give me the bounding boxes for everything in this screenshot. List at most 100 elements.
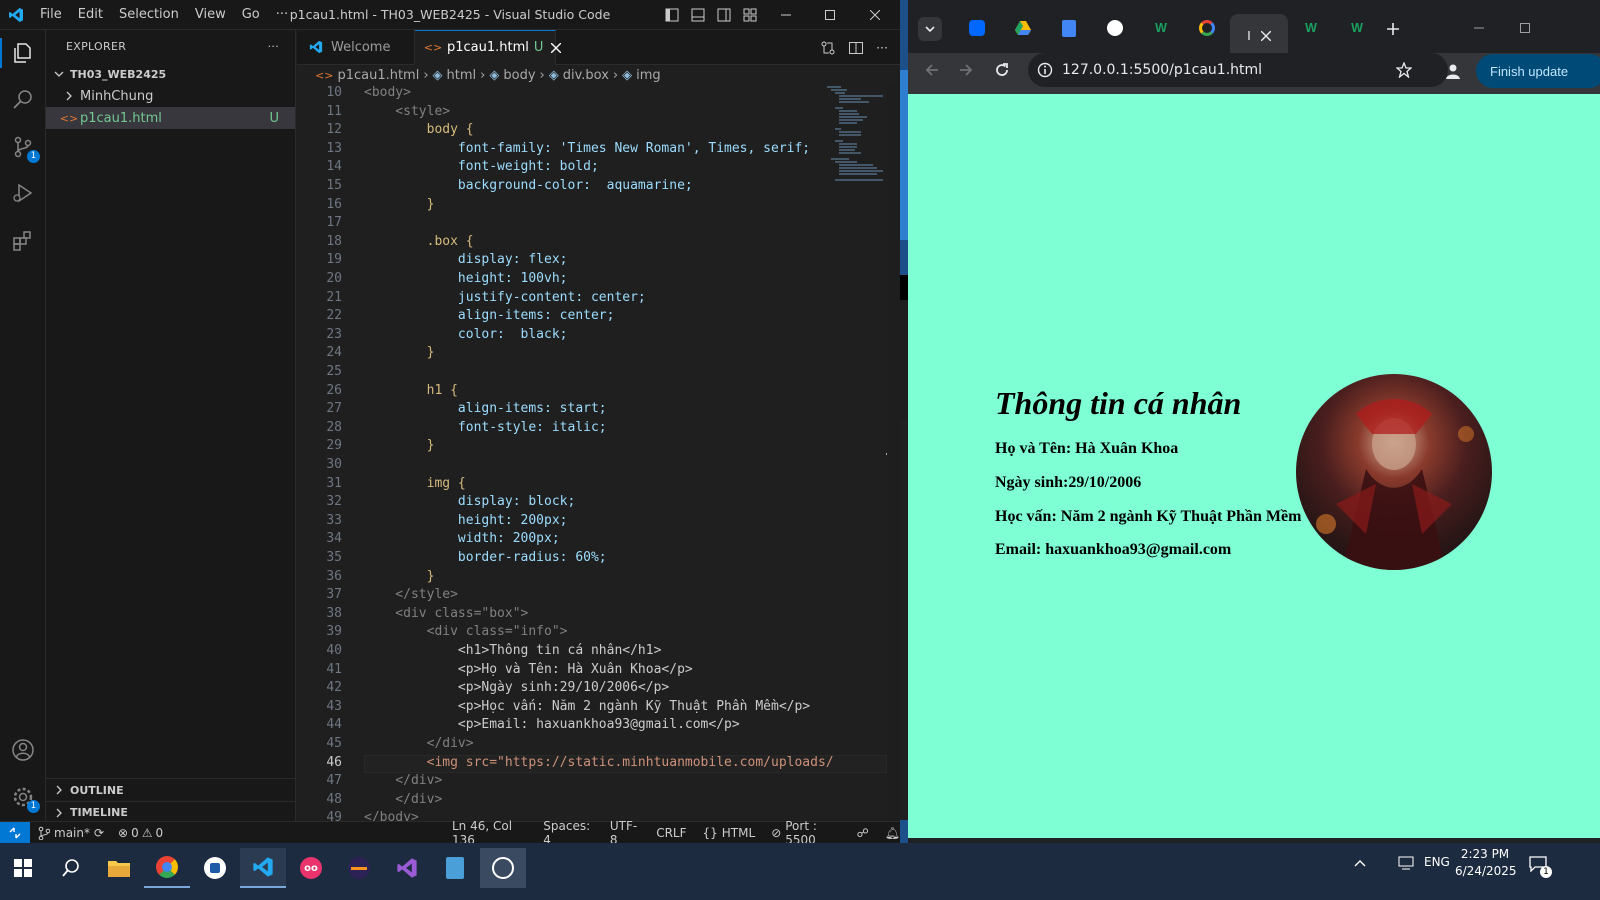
input-language[interactable]: ENG — [1424, 855, 1450, 869]
menu-file[interactable]: File — [32, 7, 70, 22]
run-debug-icon[interactable] — [8, 178, 38, 208]
line-number: 10 — [326, 85, 342, 100]
browser-tab-w2[interactable]: W — [1288, 14, 1334, 42]
clock[interactable]: 2:23 PM 6/24/2025 — [1455, 846, 1517, 880]
indentation[interactable]: Spaces: 4 — [543, 819, 594, 844]
chrome-taskbar-icon[interactable] — [144, 848, 190, 888]
breadcrumb-img[interactable]: img — [636, 68, 661, 83]
browser-tab-google[interactable] — [1184, 14, 1230, 42]
customize-layout-icon[interactable] — [742, 8, 758, 22]
line-number: 20 — [326, 271, 342, 286]
toggle-panel-icon[interactable] — [690, 8, 706, 22]
live-server-port[interactable]: ⊘ Port : 5500 — [771, 819, 840, 844]
browser-maximize-icon[interactable] — [1510, 14, 1540, 42]
menu-view[interactable]: View — [187, 7, 234, 22]
bookmark-star-icon[interactable] — [1392, 58, 1416, 82]
eclipse-icon[interactable] — [336, 848, 382, 888]
settings-gear-icon[interactable]: 1 — [8, 782, 40, 813]
line-number: 19 — [326, 252, 342, 268]
breadcrumb-file[interactable]: p1cau1.html — [337, 68, 419, 83]
snipping-tool-icon[interactable] — [480, 848, 526, 888]
language-mode[interactable]: {} HTML — [703, 826, 756, 840]
browser-tab-w1[interactable]: W — [1138, 14, 1184, 42]
explorer-icon[interactable] — [8, 38, 38, 68]
new-tab-icon[interactable] — [1382, 18, 1404, 40]
back-arrow-icon[interactable] — [920, 58, 944, 82]
active-tab-close-icon[interactable] — [1260, 30, 1271, 41]
timeline-section[interactable]: TIMELINE — [46, 801, 296, 823]
maximize-icon[interactable] — [808, 0, 852, 30]
code-line: width: 200px; — [364, 531, 560, 547]
remote-indicator-icon[interactable] — [0, 822, 30, 843]
outline-section[interactable]: OUTLINE — [46, 779, 296, 801]
tab-close-icon[interactable] — [551, 42, 562, 53]
app-circle-icon[interactable] — [192, 848, 238, 888]
code-editor[interactable]: 10 <body> 11 <style> 12 body {13 font-famil… — [297, 85, 887, 821]
vscode-taskbar-icon[interactable] — [240, 848, 286, 888]
tab-search-dropdown-icon[interactable] — [918, 17, 942, 41]
line-number: 48 — [326, 791, 342, 807]
explorer-more-button[interactable]: ··· — [268, 40, 279, 53]
problems-indicator[interactable]: ⊗ 0 ⚠ 0 — [118, 826, 163, 840]
breadcrumb-divbox[interactable]: div.box — [563, 68, 609, 83]
line-endings[interactable]: CRLF — [656, 826, 686, 840]
profile-icon[interactable] — [1440, 58, 1466, 84]
site-info-icon[interactable] — [1028, 62, 1062, 78]
menu-edit[interactable]: Edit — [70, 7, 111, 22]
close-icon[interactable] — [852, 0, 898, 30]
toggle-sidebar-icon[interactable] — [664, 8, 680, 22]
browser-tab-w3[interactable]: W — [1334, 14, 1380, 42]
start-windows-icon[interactable] — [0, 848, 46, 888]
browser-minimize-icon[interactable] — [1464, 14, 1494, 42]
browser-tab-active[interactable]: I — [1230, 14, 1288, 57]
finish-update-button[interactable]: Finish update — [1476, 54, 1600, 88]
code-line: img { — [364, 475, 466, 491]
tab-welcome[interactable]: Welcome — [297, 29, 415, 65]
compare-changes-icon[interactable] — [820, 40, 836, 56]
show-hidden-icons-chevron-icon[interactable] — [1348, 852, 1372, 874]
info-education: Học vấn: Năm 2 ngành Kỹ Thuật Phần Mềm — [995, 507, 1302, 525]
branch-indicator[interactable]: main* ⟳ — [38, 826, 104, 840]
toggle-secondary-sidebar-icon[interactable] — [716, 8, 732, 22]
line-number: 18 — [326, 233, 342, 249]
tab-p1cau1[interactable]: <> p1cau1.html U — [415, 29, 562, 65]
breadcrumb-body[interactable]: body — [503, 68, 535, 83]
browser-tab-zalo[interactable] — [954, 14, 1000, 42]
workspace-root[interactable]: TH03_WEB2425 — [46, 63, 295, 85]
more-actions-icon[interactable]: ··· — [876, 40, 888, 55]
browser-tab-docs[interactable] — [1046, 14, 1092, 42]
extensions-icon[interactable] — [8, 226, 38, 256]
notifications-bell-icon[interactable]: 🔔︎ — [885, 826, 900, 840]
split-editor-icon[interactable] — [848, 40, 864, 56]
reload-icon[interactable] — [990, 58, 1014, 82]
network-icon[interactable] — [1395, 852, 1419, 874]
copilot-icon[interactable]: ☍ — [857, 826, 869, 840]
file-explorer-icon[interactable] — [96, 848, 142, 888]
code-line: <style> — [364, 103, 451, 119]
menu-more[interactable]: ··· — [268, 7, 296, 22]
tree-item-file[interactable]: <> p1cau1.html U — [46, 107, 295, 129]
minimap[interactable] — [827, 85, 885, 185]
tree-item-folder[interactable]: MinhChung — [46, 85, 295, 107]
forward-arrow-icon[interactable] — [954, 58, 978, 82]
visual-studio-icon[interactable] — [384, 848, 430, 888]
cursor-position[interactable]: Ln 46, Col 136 — [452, 819, 527, 844]
taskbar-search-icon[interactable] — [48, 848, 94, 888]
search-icon[interactable] — [8, 84, 38, 114]
breadcrumb-html[interactable]: html — [447, 68, 477, 83]
html-file-icon: <> — [315, 68, 334, 82]
menu-go[interactable]: Go — [234, 7, 268, 22]
action-center-icon[interactable]: 1 — [1524, 852, 1552, 878]
accounts-icon[interactable] — [8, 735, 38, 765]
layout-controls — [664, 0, 758, 30]
encoding[interactable]: UTF-8 — [610, 819, 640, 844]
browser-tab-github[interactable] — [1092, 14, 1138, 42]
pink-app-icon[interactable]: oo — [288, 848, 334, 888]
contacts-app-icon[interactable] — [432, 848, 478, 888]
address-bar[interactable]: 127.0.0.1:5500/p1cau1.html — [1028, 53, 1448, 87]
minimize-icon[interactable] — [764, 0, 808, 30]
menu-selection[interactable]: Selection — [111, 7, 187, 22]
vscode-tab-icon — [307, 40, 325, 54]
source-control-icon[interactable]: 1 — [8, 132, 40, 163]
browser-tab-drive[interactable] — [1000, 14, 1046, 42]
